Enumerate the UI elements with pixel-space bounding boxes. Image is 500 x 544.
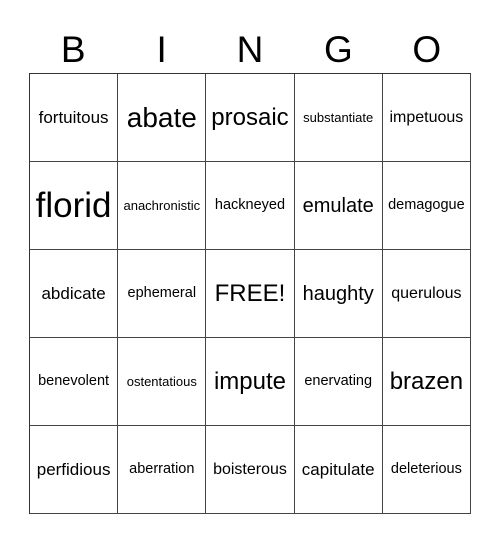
bingo-cell[interactable]: abdicate [30, 250, 119, 338]
bingo-cell[interactable]: enervating [294, 338, 383, 426]
bingo-cell[interactable]: abate [118, 74, 207, 162]
header-letter-n: N [236, 29, 264, 70]
bingo-cell[interactable]: demagogue [382, 162, 471, 250]
bingo-cell[interactable]: ostentatious [118, 338, 207, 426]
bingo-cell[interactable]: anachronistic [118, 162, 207, 250]
bingo-cell[interactable]: substantiate [294, 74, 383, 162]
bingo-cell[interactable]: benevolent [30, 338, 119, 426]
bingo-cell[interactable]: capitulate [294, 426, 383, 514]
bingo-cell[interactable]: hackneyed [206, 162, 295, 250]
bingo-cell[interactable]: deleterious [382, 426, 471, 514]
bingo-cell[interactable]: aberration [118, 426, 207, 514]
bingo-cell[interactable]: impetuous [382, 74, 471, 162]
bingo-cell[interactable]: haughty [294, 250, 383, 338]
bingo-cell[interactable]: boisterous [206, 426, 295, 514]
bingo-cell[interactable]: fortuitous [30, 74, 119, 162]
bingo-cell[interactable]: prosaic [206, 74, 295, 162]
header-letter-i: I [156, 29, 167, 70]
bingo-cell[interactable]: brazen [382, 338, 471, 426]
bingo-cell[interactable]: florid [30, 162, 119, 250]
bingo-cell[interactable]: querulous [382, 250, 471, 338]
bingo-cell[interactable]: ephemeral [118, 250, 207, 338]
bingo-cell[interactable]: impute [206, 338, 295, 426]
free-space-cell[interactable]: FREE! [206, 250, 295, 338]
bingo-header: B I N G O [29, 30, 471, 70]
bingo-cell[interactable]: perfidious [30, 426, 119, 514]
header-letter-b: B [60, 29, 86, 70]
header-letter-o: O [412, 29, 442, 70]
header-letter-g: G [323, 29, 353, 70]
bingo-board: fortuitous abate prosaic substantiate im… [29, 73, 471, 514]
bingo-cell[interactable]: emulate [294, 162, 383, 250]
